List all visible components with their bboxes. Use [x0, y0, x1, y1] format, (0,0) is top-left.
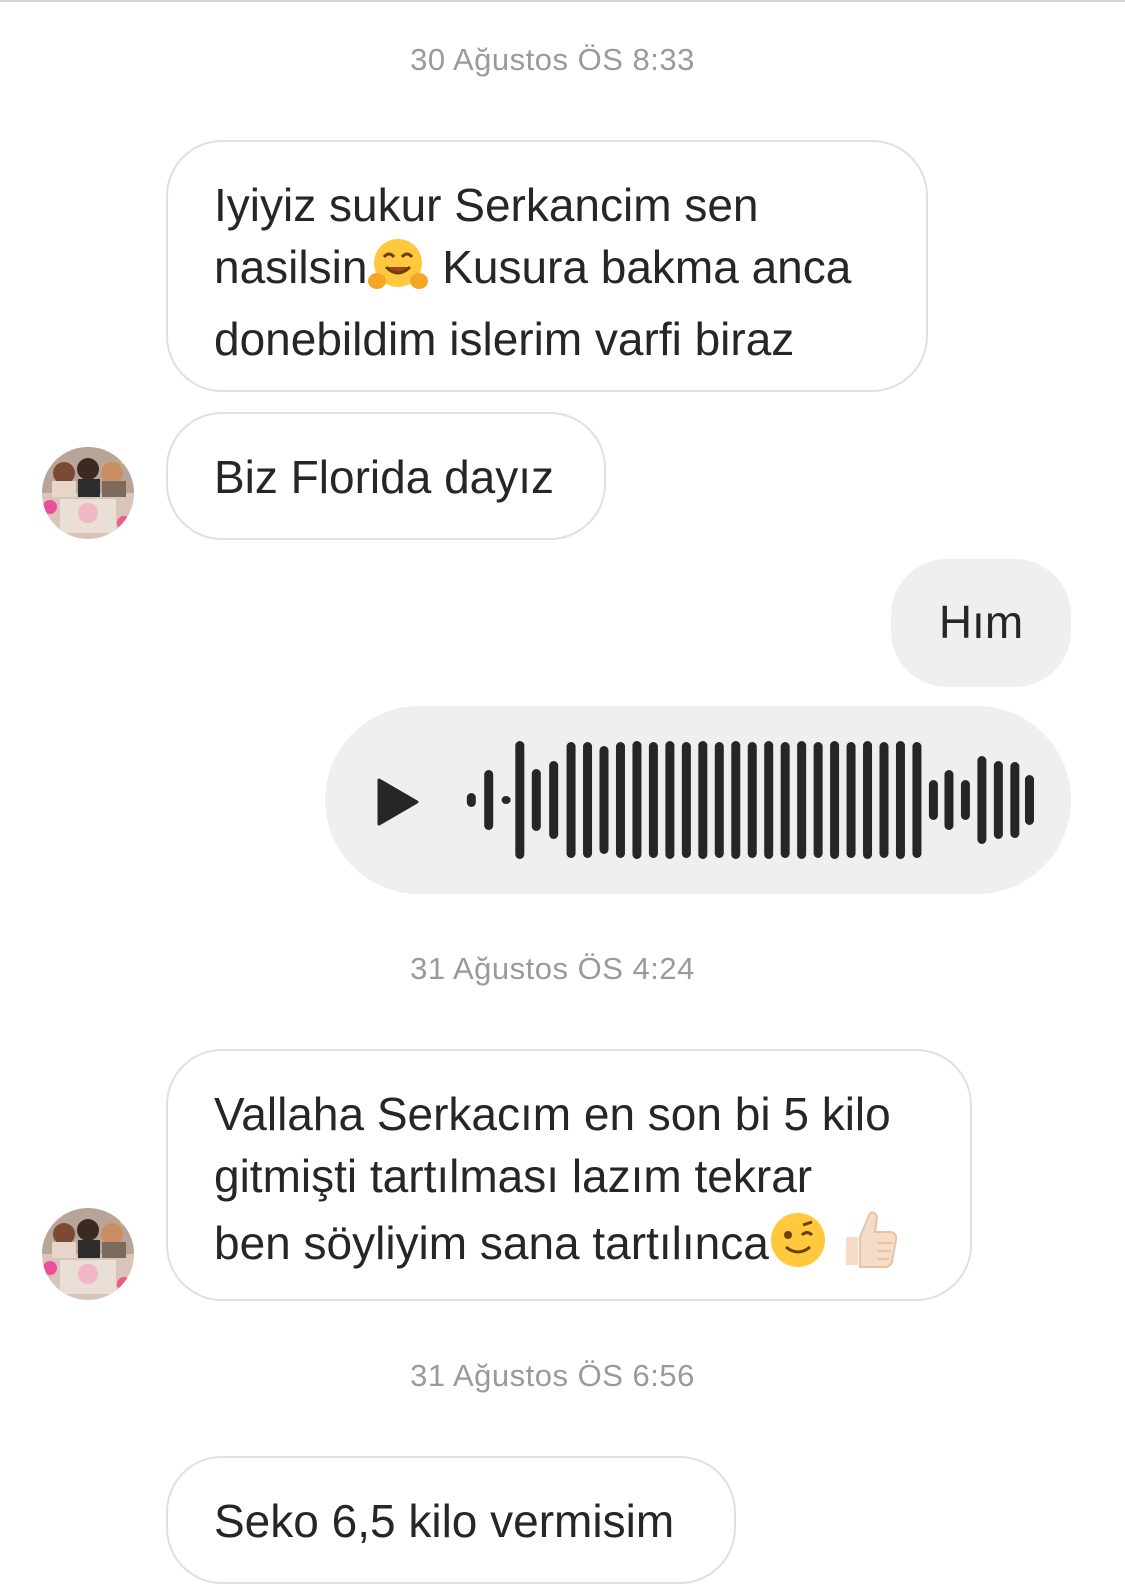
message-text-fragment: ben söyliyim sana tartılınca	[214, 1217, 769, 1269]
waveform-bar	[960, 780, 970, 820]
waveform-bar	[484, 770, 494, 830]
waveform-bar	[731, 741, 741, 859]
message-text: Biz Florida dayız	[214, 451, 555, 503]
waveform-bar	[846, 742, 856, 858]
waveform-bar	[797, 741, 807, 859]
waveform-bar	[515, 741, 525, 859]
top-divider	[0, 0, 1125, 2]
waveform-bar	[780, 742, 790, 858]
waveform-bar	[714, 742, 724, 858]
message-timestamp: 30 Ağustos ÖS 8:33	[410, 42, 695, 77]
thumbs-up-icon	[840, 1207, 898, 1284]
avatar[interactable]	[42, 447, 134, 539]
message-text-fragment: Kusura bakma anca	[442, 241, 852, 293]
waveform-bar	[747, 742, 757, 858]
waveform-bar	[944, 770, 954, 830]
waveform-bar	[681, 742, 691, 858]
waveform-bar	[1010, 762, 1020, 838]
waveform-bar	[830, 741, 840, 859]
hugging-face-icon	[367, 237, 429, 308]
message-text-line: nasilsin Kusura bakma anca	[214, 236, 880, 308]
message-text-line: donebildim islerim varfi biraz	[214, 313, 795, 365]
message-text-line: Iyiyiz sukur Serkancim sen	[214, 179, 759, 231]
waveform-bar	[977, 756, 987, 844]
waveform-bar	[566, 742, 576, 858]
waveform-bar	[863, 741, 873, 859]
message-text-fragment: nasilsin	[214, 241, 368, 293]
waveform-bar	[501, 796, 511, 804]
waveform-bar	[928, 780, 938, 820]
waveform-bar	[599, 746, 609, 854]
message-bubble-incoming[interactable]: Seko 6,5 kilo vermisim	[166, 1456, 736, 1584]
message-timestamp: 31 Ağustos ÖS 6:56	[410, 1358, 695, 1393]
waveform-bar	[665, 741, 675, 859]
voice-waveform[interactable]	[465, 706, 1035, 894]
waveform-bar	[466, 793, 476, 807]
message-timestamp: 31 Ağustos ÖS 4:24	[410, 951, 695, 986]
waveform-bar	[813, 742, 823, 858]
winking-face-icon	[769, 1211, 827, 1284]
waveform-bar	[648, 742, 658, 858]
avatar[interactable]	[42, 1208, 134, 1300]
waveform-bar	[698, 741, 708, 859]
message-text: Seko 6,5 kilo vermisim	[214, 1495, 675, 1547]
message-text-line: ben söyliyim sana tartılınca	[214, 1207, 924, 1284]
avatar-photo	[42, 1208, 134, 1300]
waveform-bar	[632, 741, 642, 859]
message-bubble-incoming[interactable]: Iyiyiz sukur Serkancim sen nasilsin Kusu…	[166, 140, 928, 392]
voice-message-bubble[interactable]	[325, 706, 1071, 894]
waveform-bar	[1024, 775, 1034, 825]
waveform-bar	[879, 742, 889, 858]
waveform-bar	[993, 761, 1003, 839]
waveform-bar	[583, 742, 593, 858]
waveform-bar	[549, 761, 559, 839]
play-icon[interactable]	[375, 778, 419, 826]
message-bubble-incoming[interactable]: Vallaha Serkacım en son bi 5 kilo gitmiş…	[166, 1049, 972, 1301]
message-text-line: Vallaha Serkacım en son bi 5 kilo	[214, 1088, 891, 1140]
message-bubble-outgoing[interactable]: Hım	[891, 559, 1071, 687]
waveform-bar	[764, 741, 774, 859]
message-text: Hım	[938, 596, 1024, 648]
waveform-bar	[895, 741, 905, 859]
avatar-photo	[42, 447, 134, 539]
waveform-bar	[531, 769, 541, 831]
message-text-line: gitmişti tartılması lazım tekrar	[214, 1150, 813, 1202]
waveform-bar	[912, 742, 922, 858]
waveform-bar	[615, 742, 625, 858]
message-bubble-incoming[interactable]: Biz Florida dayız	[166, 412, 606, 540]
